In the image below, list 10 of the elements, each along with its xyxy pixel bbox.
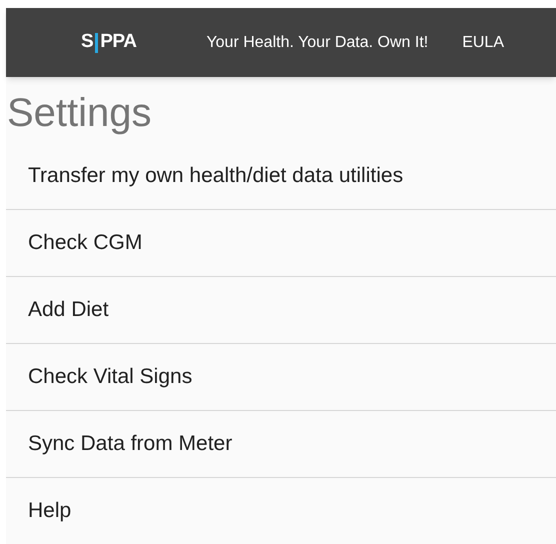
settings-item[interactable]: Transfer my own health/diet data utilities bbox=[6, 143, 556, 209]
settings-item[interactable]: Check Vital Signs bbox=[6, 344, 556, 410]
settings-item[interactable]: Add Diet bbox=[6, 277, 556, 343]
eula-link[interactable]: EULA bbox=[462, 30, 504, 54]
logo: S PPA bbox=[81, 30, 136, 54]
settings-item[interactable]: Help bbox=[6, 478, 556, 544]
page-title: Settings bbox=[6, 93, 153, 133]
tagline: Your Health. Your Data. Own It! bbox=[206, 32, 428, 52]
settings-item[interactable]: Check CGM bbox=[6, 210, 556, 276]
settings-item[interactable]: Sync Data from Meter bbox=[6, 411, 556, 477]
